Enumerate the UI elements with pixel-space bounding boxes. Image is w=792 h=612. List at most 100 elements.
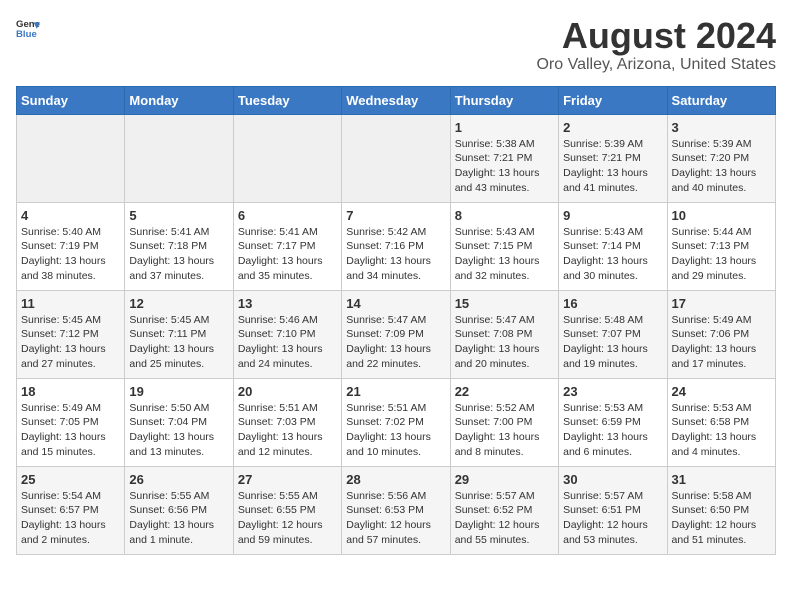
day-header-monday: Monday (125, 86, 233, 114)
calendar-cell: 5 Sunrise: 5:41 AM Sunset: 7:18 PM Daylig… (125, 202, 233, 290)
calendar-cell: 20 Sunrise: 5:51 AM Sunset: 7:03 PM Dayli… (233, 378, 341, 466)
calendar-cell (233, 114, 341, 202)
day-info: Sunrise: 5:41 AM Sunset: 7:17 PM Dayligh… (238, 225, 337, 284)
day-info: Sunrise: 5:47 AM Sunset: 7:08 PM Dayligh… (455, 313, 554, 372)
calendar-cell (17, 114, 125, 202)
day-number: 28 (346, 472, 445, 487)
day-info: Sunrise: 5:51 AM Sunset: 7:03 PM Dayligh… (238, 401, 337, 460)
day-info: Sunrise: 5:45 AM Sunset: 7:12 PM Dayligh… (21, 313, 120, 372)
day-info: Sunrise: 5:54 AM Sunset: 6:57 PM Dayligh… (21, 489, 120, 548)
day-number: 4 (21, 208, 120, 223)
calendar-cell: 10 Sunrise: 5:44 AM Sunset: 7:13 PM Dayli… (667, 202, 775, 290)
calendar-week-row: 18Sunrise: 5:49 AM Sunset: 7:05 PM Dayli… (17, 378, 776, 466)
calendar-cell: 7Sunrise: 5:42 AM Sunset: 7:16 PM Daylig… (342, 202, 450, 290)
logo: General Blue (16, 16, 40, 40)
calendar-week-row: 1Sunrise: 5:38 AM Sunset: 7:21 PM Daylig… (17, 114, 776, 202)
calendar-cell: 14Sunrise: 5:47 AM Sunset: 7:09 PM Dayli… (342, 290, 450, 378)
day-info: Sunrise: 5:56 AM Sunset: 6:53 PM Dayligh… (346, 489, 445, 548)
day-info: Sunrise: 5:39 AM Sunset: 7:20 PM Dayligh… (672, 137, 771, 196)
day-info: Sunrise: 5:55 AM Sunset: 6:55 PM Dayligh… (238, 489, 337, 548)
day-info: Sunrise: 5:58 AM Sunset: 6:50 PM Dayligh… (672, 489, 771, 548)
day-info: Sunrise: 5:39 AM Sunset: 7:21 PM Dayligh… (563, 137, 662, 196)
day-info: Sunrise: 5:51 AM Sunset: 7:02 PM Dayligh… (346, 401, 445, 460)
day-number: 9 (563, 208, 662, 223)
day-info: Sunrise: 5:41 AM Sunset: 7:18 PM Dayligh… (129, 225, 228, 284)
day-number: 6 (238, 208, 337, 223)
day-header-sunday: Sunday (17, 86, 125, 114)
day-number: 31 (672, 472, 771, 487)
day-number: 17 (672, 296, 771, 311)
sub-title: Oro Valley, Arizona, United States (536, 56, 776, 74)
day-info: Sunrise: 5:55 AM Sunset: 6:56 PM Dayligh… (129, 489, 228, 548)
day-header-wednesday: Wednesday (342, 86, 450, 114)
calendar-cell: 9 Sunrise: 5:43 AM Sunset: 7:14 PM Daylig… (559, 202, 667, 290)
day-number: 30 (563, 472, 662, 487)
calendar-cell: 24Sunrise: 5:53 AM Sunset: 6:58 PM Dayli… (667, 378, 775, 466)
calendar-cell (125, 114, 233, 202)
calendar-cell: 19 Sunrise: 5:50 AM Sunset: 7:04 PM Dayli… (125, 378, 233, 466)
day-number: 25 (21, 472, 120, 487)
svg-text:Blue: Blue (16, 29, 37, 40)
calendar-cell: 23 Sunrise: 5:53 AM Sunset: 6:59 PM Dayli… (559, 378, 667, 466)
calendar-cell: 11Sunrise: 5:45 AM Sunset: 7:12 PM Dayli… (17, 290, 125, 378)
day-number: 7 (346, 208, 445, 223)
day-number: 26 (129, 472, 228, 487)
calendar-cell: 2 Sunrise: 5:39 AM Sunset: 7:21 PM Daylig… (559, 114, 667, 202)
day-number: 8 (455, 208, 554, 223)
day-info: Sunrise: 5:38 AM Sunset: 7:21 PM Dayligh… (455, 137, 554, 196)
calendar-cell: 12Sunrise: 5:45 AM Sunset: 7:11 PM Dayli… (125, 290, 233, 378)
day-number: 10 (672, 208, 771, 223)
main-title: August 2024 (536, 16, 776, 56)
logo-icon: General Blue (16, 16, 40, 40)
day-number: 20 (238, 384, 337, 399)
day-header-saturday: Saturday (667, 86, 775, 114)
calendar-cell: 28 Sunrise: 5:56 AM Sunset: 6:53 PM Dayli… (342, 466, 450, 554)
calendar-cell (342, 114, 450, 202)
calendar-cell: 18Sunrise: 5:49 AM Sunset: 7:05 PM Dayli… (17, 378, 125, 466)
day-info: Sunrise: 5:40 AM Sunset: 7:19 PM Dayligh… (21, 225, 120, 284)
day-number: 29 (455, 472, 554, 487)
day-info: Sunrise: 5:43 AM Sunset: 7:15 PM Dayligh… (455, 225, 554, 284)
calendar-header-row: SundayMondayTuesdayWednesdayThursdayFrid… (17, 86, 776, 114)
calendar-cell: 22 Sunrise: 5:52 AM Sunset: 7:00 PM Dayli… (450, 378, 558, 466)
day-number: 16 (563, 296, 662, 311)
calendar-cell: 29 Sunrise: 5:57 AM Sunset: 6:52 PM Dayli… (450, 466, 558, 554)
day-header-friday: Friday (559, 86, 667, 114)
calendar-cell: 15Sunrise: 5:47 AM Sunset: 7:08 PM Dayli… (450, 290, 558, 378)
day-number: 27 (238, 472, 337, 487)
calendar-table: SundayMondayTuesdayWednesdayThursdayFrid… (16, 86, 776, 555)
calendar-cell: 8 Sunrise: 5:43 AM Sunset: 7:15 PM Daylig… (450, 202, 558, 290)
day-number: 24 (672, 384, 771, 399)
calendar-week-row: 11Sunrise: 5:45 AM Sunset: 7:12 PM Dayli… (17, 290, 776, 378)
day-info: Sunrise: 5:50 AM Sunset: 7:04 PM Dayligh… (129, 401, 228, 460)
day-number: 13 (238, 296, 337, 311)
day-info: Sunrise: 5:47 AM Sunset: 7:09 PM Dayligh… (346, 313, 445, 372)
calendar-week-row: 25 Sunrise: 5:54 AM Sunset: 6:57 PM Dayli… (17, 466, 776, 554)
day-info: Sunrise: 5:48 AM Sunset: 7:07 PM Dayligh… (563, 313, 662, 372)
day-number: 2 (563, 120, 662, 135)
day-number: 19 (129, 384, 228, 399)
calendar-cell: 3 Sunrise: 5:39 AM Sunset: 7:20 PM Daylig… (667, 114, 775, 202)
day-number: 5 (129, 208, 228, 223)
day-number: 3 (672, 120, 771, 135)
day-info: Sunrise: 5:57 AM Sunset: 6:51 PM Dayligh… (563, 489, 662, 548)
calendar-cell: 25 Sunrise: 5:54 AM Sunset: 6:57 PM Dayli… (17, 466, 125, 554)
calendar-cell: 21Sunrise: 5:51 AM Sunset: 7:02 PM Dayli… (342, 378, 450, 466)
day-header-tuesday: Tuesday (233, 86, 341, 114)
day-info: Sunrise: 5:49 AM Sunset: 7:06 PM Dayligh… (672, 313, 771, 372)
calendar-cell: 4 Sunrise: 5:40 AM Sunset: 7:19 PM Daylig… (17, 202, 125, 290)
day-info: Sunrise: 5:53 AM Sunset: 6:59 PM Dayligh… (563, 401, 662, 460)
title-area: August 2024 Oro Valley, Arizona, United … (536, 16, 776, 74)
day-info: Sunrise: 5:57 AM Sunset: 6:52 PM Dayligh… (455, 489, 554, 548)
day-info: Sunrise: 5:43 AM Sunset: 7:14 PM Dayligh… (563, 225, 662, 284)
day-info: Sunrise: 5:46 AM Sunset: 7:10 PM Dayligh… (238, 313, 337, 372)
day-info: Sunrise: 5:44 AM Sunset: 7:13 PM Dayligh… (672, 225, 771, 284)
day-info: Sunrise: 5:52 AM Sunset: 7:00 PM Dayligh… (455, 401, 554, 460)
calendar-cell: 6 Sunrise: 5:41 AM Sunset: 7:17 PM Daylig… (233, 202, 341, 290)
calendar-cell: 27 Sunrise: 5:55 AM Sunset: 6:55 PM Dayli… (233, 466, 341, 554)
day-number: 22 (455, 384, 554, 399)
day-number: 23 (563, 384, 662, 399)
calendar-cell: 16 Sunrise: 5:48 AM Sunset: 7:07 PM Dayli… (559, 290, 667, 378)
header: General Blue August 2024 Oro Valley, Ari… (16, 16, 776, 74)
day-info: Sunrise: 5:45 AM Sunset: 7:11 PM Dayligh… (129, 313, 228, 372)
